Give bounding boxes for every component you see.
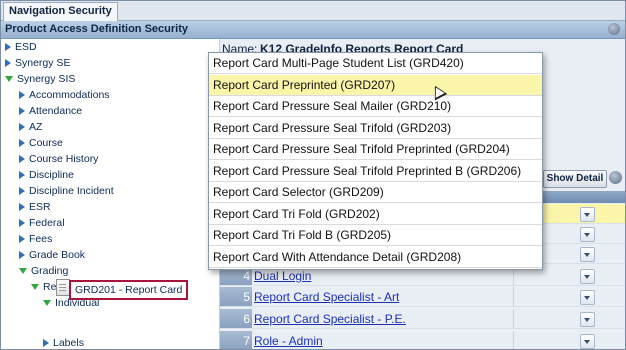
chevron-down-icon[interactable] [580, 247, 595, 262]
tree-node[interactable]: Federal [19, 215, 65, 231]
tree-node-label: Discipline Incident [29, 185, 114, 197]
expand-down-icon[interactable] [19, 268, 27, 275]
row-number: 5 [220, 287, 252, 307]
expand-right-icon[interactable] [5, 59, 11, 68]
report-document-icon [56, 279, 70, 296]
access-select[interactable] [514, 287, 625, 307]
section-title: Product Access Definition Security [5, 23, 188, 35]
report-dropdown-list: Report Card Multi-Page Student List (GRD… [208, 52, 543, 270]
tab-navigation-security[interactable]: Navigation Security [3, 2, 118, 21]
tree-node-label: Grade Book [29, 249, 86, 261]
row-number: 6 [220, 309, 252, 329]
chevron-down-icon[interactable] [580, 269, 595, 284]
show-detail-button[interactable]: Show Detail [543, 170, 607, 188]
tree-node[interactable]: Fees [19, 231, 52, 247]
dropdown-option[interactable]: Report Card Tri Fold B (GRD205) [209, 225, 542, 246]
collapse-icon[interactable] [608, 23, 620, 35]
tree-node[interactable]: Course History [19, 151, 98, 167]
tree-node-label: Fees [29, 233, 53, 245]
tree-node-label: Discipline [29, 169, 74, 181]
options-icon[interactable] [609, 171, 622, 184]
row-role-cell: Role - Admin [252, 331, 514, 349]
section-header: Product Access Definition Security [1, 21, 625, 39]
tree-node[interactable]: Discipline Incident [19, 183, 114, 199]
tree-node-label: Synergy SIS [17, 73, 76, 85]
tree-node-label: Attendance [29, 105, 83, 117]
tree-node[interactable]: ESD [5, 39, 37, 55]
expand-right-icon[interactable] [19, 107, 25, 116]
tree-node[interactable]: Attendance [19, 103, 82, 119]
chevron-down-icon[interactable] [580, 290, 595, 305]
tree-node[interactable]: Accommodations [19, 87, 110, 103]
expand-right-icon[interactable] [19, 219, 25, 228]
tree-node[interactable]: Grading [19, 263, 68, 279]
expand-right-icon[interactable] [5, 43, 11, 52]
table-row[interactable]: 7 Role - Admin [220, 331, 625, 349]
dropdown-option[interactable]: Report Card Selector (GRD209) [209, 182, 542, 203]
tree-node[interactable]: Synergy SE [5, 55, 70, 71]
chevron-down-icon[interactable] [580, 312, 595, 327]
tree-node[interactable]: Labels [43, 335, 84, 349]
role-link[interactable]: Report Card Specialist - P.E. [254, 312, 406, 326]
expand-down-icon[interactable] [31, 284, 39, 291]
tree-node-label: Labels [53, 337, 84, 349]
tree-node[interactable]: Discipline [19, 167, 74, 183]
chevron-down-icon[interactable] [580, 207, 595, 222]
row-number: 7 [220, 331, 252, 349]
dropdown-option[interactable]: Report Card Multi-Page Student List (GRD… [209, 53, 542, 74]
tab-bar: Navigation Security [1, 1, 625, 21]
expand-right-icon[interactable] [19, 235, 25, 244]
expand-right-icon[interactable] [43, 339, 49, 348]
navigation-tree: ESD Synergy SE Synergy SIS Accommodations At… [1, 39, 220, 349]
access-select[interactable] [514, 331, 625, 349]
tree-node-label: ESD [15, 41, 37, 53]
expand-right-icon[interactable] [19, 187, 25, 196]
app-frame: Navigation Security Product Access Defin… [0, 0, 626, 350]
tree-node-label: Federal [29, 217, 65, 229]
row-role-cell: Report Card Specialist - Art [252, 287, 514, 307]
tree-node[interactable]: Grade Book [19, 247, 85, 263]
tree-node-selected[interactable]: GRD201 - Report Card [69, 280, 189, 300]
tree-node-label: Course [29, 137, 63, 149]
expand-right-icon[interactable] [19, 251, 25, 260]
dropdown-option[interactable]: Report Card Pressure Seal Mailer (GRD210… [209, 96, 542, 117]
tree-node-label: AZ [29, 121, 43, 133]
access-select[interactable] [514, 309, 625, 329]
tree-node[interactable]: AZ [19, 119, 42, 135]
dropdown-option[interactable]: Report Card Preprinted (GRD207) [209, 74, 542, 96]
grid-header [541, 191, 625, 203]
tree-node-label: Grading [31, 265, 69, 277]
table-row[interactable]: 5 Report Card Specialist - Art [220, 287, 625, 307]
row-role-cell: Report Card Specialist - P.E. [252, 309, 514, 329]
chevron-down-icon[interactable] [580, 227, 595, 242]
dropdown-option[interactable]: Report Card Tri Fold (GRD202) [209, 204, 542, 225]
table-row[interactable]: 6 Report Card Specialist - P.E. [220, 309, 625, 329]
expand-right-icon[interactable] [19, 171, 25, 180]
expand-right-icon[interactable] [19, 123, 25, 132]
dropdown-option[interactable]: Report Card Pressure Seal Trifold Prepri… [209, 139, 542, 160]
dropdown-option[interactable]: Report Card Pressure Seal Trifold (GRD20… [209, 118, 542, 139]
dropdown-option[interactable]: Report Card Pressure Seal Trifold Prepri… [209, 161, 542, 182]
expand-right-icon[interactable] [19, 203, 25, 212]
tree-node-label: Accommodations [29, 89, 110, 101]
tree-node-label: Synergy SE [15, 57, 71, 69]
tree-node[interactable]: Synergy SIS [5, 71, 75, 87]
expand-down-icon[interactable] [43, 300, 51, 307]
tree-node-label: Course History [29, 153, 99, 165]
role-link[interactable]: Report Card Specialist - Art [254, 290, 399, 304]
expand-down-icon[interactable] [5, 76, 13, 83]
tree-node[interactable]: ESR [19, 199, 51, 215]
dropdown-option[interactable]: Report Card With Attendance Detail (GRD2… [209, 247, 542, 268]
expand-right-icon[interactable] [19, 155, 25, 164]
role-link[interactable]: Dual Login [254, 269, 311, 283]
expand-right-icon[interactable] [19, 91, 25, 100]
chevron-down-icon[interactable] [580, 334, 595, 349]
tree-node-label: ESR [29, 201, 51, 213]
tree-node[interactable]: Course [19, 135, 63, 151]
expand-right-icon[interactable] [19, 139, 25, 148]
role-link[interactable]: Role - Admin [254, 334, 323, 348]
